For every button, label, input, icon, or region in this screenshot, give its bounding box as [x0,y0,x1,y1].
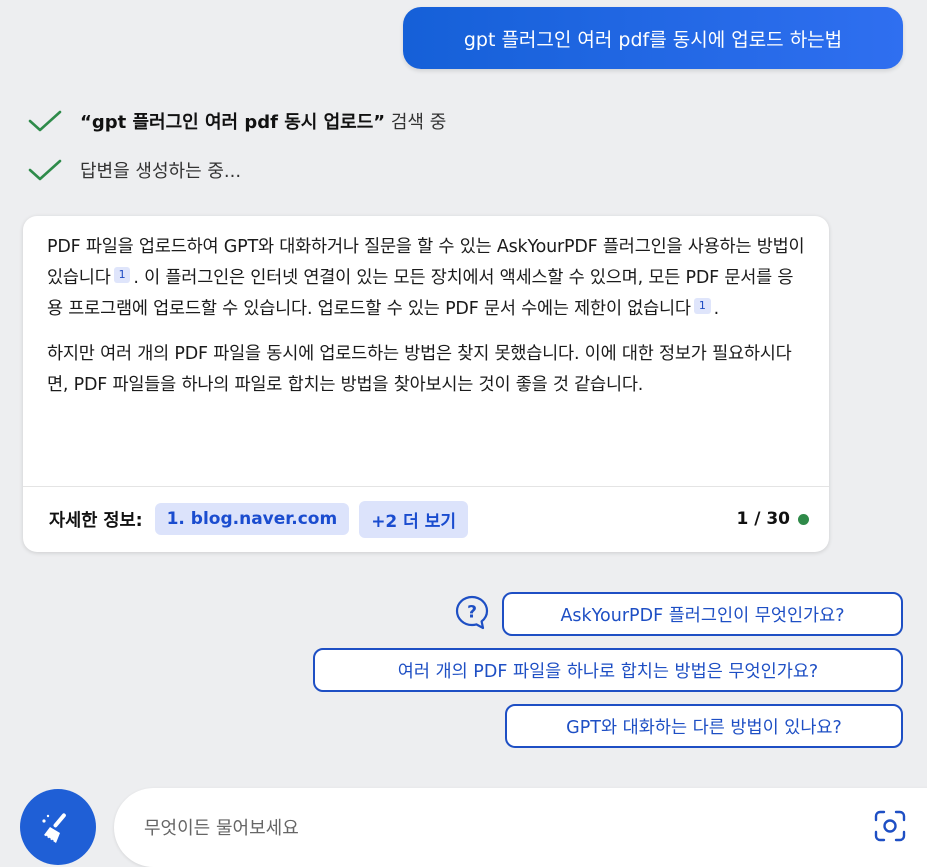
search-status: “gpt 플러그인 여러 pdf 동시 업로드” 검색 중 [28,108,446,134]
card-divider [23,486,829,487]
search-suffix: 검색 중 [385,112,447,133]
answer-body: PDF 파일을 업로드하여 GPT와 대화하거나 질문을 할 수 있는 AskY… [23,216,829,401]
answer-paragraph-2: 하지만 여러 개의 PDF 파일을 동시에 업로드하는 방법은 찾지 못했습니다… [47,344,792,395]
search-query: “gpt 플러그인 여러 pdf 동시 업로드” [80,112,386,133]
suggestion-label: 여러 개의 PDF 파일을 하나로 합치는 방법은 무엇인가요? [397,661,819,682]
generating-text: 답변을 생성하는 중... [80,161,242,182]
visual-search-icon[interactable] [872,808,908,844]
suggestion-button[interactable]: AskYourPDF 플러그인이 무엇인가요? [502,592,903,636]
question-bubble-icon: ? [455,595,489,630]
more-info-label: 자세한 정보: [49,510,143,531]
answer-paragraph-1: PDF 파일을 업로드하여 GPT와 대화하거나 질문을 할 수 있는 AskY… [47,232,805,325]
suggestion-label: GPT와 대화하는 다른 방법이 있나요? [566,717,842,738]
user-message-bubble: gpt 플러그인 여러 pdf를 동시에 업로드 하는법 [403,7,903,69]
citation-link[interactable]: 1 [113,267,131,283]
suggestion-button[interactable]: GPT와 대화하는 다른 방법이 있나요? [505,704,903,748]
checkmark-icon [28,159,62,181]
citation-link[interactable]: 1 [693,298,711,314]
chat-input-box [114,788,927,867]
user-message-text: gpt 플러그인 여러 pdf를 동시에 업로드 하는법 [463,28,843,51]
answer-text: . [713,299,720,319]
checkmark-icon [28,110,62,132]
broom-icon [42,813,66,845]
turn-counter-text: 1 / 30 [736,509,790,529]
chat-input[interactable] [142,810,846,846]
svg-text:?: ? [467,603,477,623]
suggestion-button[interactable]: 여러 개의 PDF 파일을 하나로 합치는 방법은 무엇인가요? [313,648,903,692]
suggestion-label: AskYourPDF 플러그인이 무엇인가요? [560,605,845,626]
answer-card: PDF 파일을 업로드하여 GPT와 대화하거나 질문을 할 수 있는 AskY… [23,216,829,552]
card-footer: 자세한 정보: 1. blog.naver.com +2 더 보기 1 / 30 [49,500,809,538]
status-dot [798,513,809,525]
source-link[interactable]: 1. blog.naver.com [154,503,350,535]
turn-counter: 1 / 30 [736,509,809,529]
generating-status: 답변을 생성하는 중... [28,157,241,183]
new-topic-button[interactable] [20,789,96,865]
see-more-link[interactable]: +2 더 보기 [359,500,469,538]
answer-text: . 이 플러그인은 인터넷 연결이 있는 모든 장치에서 액세스할 수 있으며,… [47,268,794,319]
